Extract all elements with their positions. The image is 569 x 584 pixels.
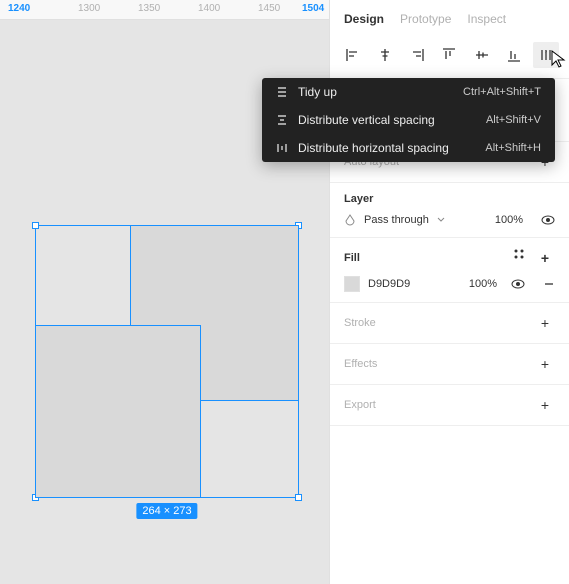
add-export-button[interactable]: + [535, 395, 555, 415]
fill-section: Fill + D9D9D9 100% [330, 238, 569, 303]
eye-icon[interactable] [511, 277, 525, 291]
ruler-tick: 1450 [258, 3, 280, 14]
stroke-title: Stroke [344, 317, 376, 329]
distribute-horizontal-icon [276, 142, 288, 154]
chevron-down-icon [437, 216, 445, 224]
tab-design[interactable]: Design [344, 12, 384, 26]
ruler-tick: 1350 [138, 3, 160, 14]
add-fill-button[interactable]: + [535, 248, 555, 268]
align-right-button[interactable] [404, 42, 430, 68]
remove-fill-button[interactable] [543, 278, 555, 290]
dropdown-label: Tidy up [298, 85, 337, 99]
tab-inspect[interactable]: Inspect [467, 12, 506, 26]
export-title: Export [344, 399, 376, 411]
ruler-tick: 1300 [78, 3, 100, 14]
dropdown-shortcut: Ctrl+Alt+Shift+T [463, 86, 541, 98]
eye-icon[interactable] [541, 213, 555, 227]
blend-mode-icon [344, 214, 356, 226]
align-v-center-button[interactable] [469, 42, 495, 68]
layer-opacity-field[interactable]: 100% [495, 214, 523, 226]
dropdown-shortcut: Alt+Shift+V [486, 114, 541, 126]
tidy-up-button[interactable] [533, 42, 559, 68]
ruler-tick: 1400 [198, 3, 220, 14]
fill-hex-field[interactable]: D9D9D9 [368, 278, 410, 290]
fill-swatch[interactable] [344, 276, 360, 292]
dropdown-item-dist-v[interactable]: Distribute vertical spacing Alt+Shift+V [262, 106, 555, 134]
align-bottom-button[interactable] [501, 42, 527, 68]
selection-dimensions-badge: 264 × 273 [136, 503, 197, 519]
alignment-row [330, 36, 569, 79]
export-section: Export + [330, 385, 569, 426]
add-stroke-button[interactable]: + [535, 313, 555, 333]
tidy-up-dropdown: Tidy up Ctrl+Alt+Shift+T Distribute vert… [262, 78, 555, 162]
ruler-horizontal: 1240 1300 1350 1400 1450 1504 [0, 0, 329, 20]
layer-title: Layer [344, 193, 373, 205]
dropdown-item-tidy-up[interactable]: Tidy up Ctrl+Alt+Shift+T [262, 78, 555, 106]
panel-tabs: Design Prototype Inspect [330, 0, 569, 36]
align-h-center-button[interactable] [372, 42, 398, 68]
distribute-vertical-icon [276, 114, 288, 126]
tidy-up-icon [276, 86, 288, 98]
effects-section: Effects + [330, 344, 569, 385]
align-top-button[interactable] [436, 42, 462, 68]
tab-prototype[interactable]: Prototype [400, 12, 451, 26]
layer-section: Layer Pass through 100% [330, 183, 569, 238]
blend-mode-select[interactable]: Pass through [364, 214, 429, 226]
effects-title: Effects [344, 358, 377, 370]
add-effect-button[interactable]: + [535, 354, 555, 374]
resize-handle-se[interactable] [295, 494, 302, 501]
dropdown-shortcut: Alt+Shift+H [485, 142, 541, 154]
ruler-tick: 1240 [8, 3, 30, 14]
fill-title: Fill [344, 252, 360, 264]
fill-styles-icon[interactable] [513, 248, 525, 268]
dropdown-label: Distribute horizontal spacing [298, 141, 449, 155]
fill-opacity-field[interactable]: 100% [469, 278, 497, 290]
rectangle-shape[interactable] [35, 325, 201, 498]
dropdown-label: Distribute vertical spacing [298, 113, 435, 127]
stroke-section: Stroke + [330, 303, 569, 344]
dropdown-item-dist-h[interactable]: Distribute horizontal spacing Alt+Shift+… [262, 134, 555, 162]
align-left-button[interactable] [340, 42, 366, 68]
ruler-tick: 1504 [302, 3, 324, 14]
resize-handle-nw[interactable] [32, 222, 39, 229]
